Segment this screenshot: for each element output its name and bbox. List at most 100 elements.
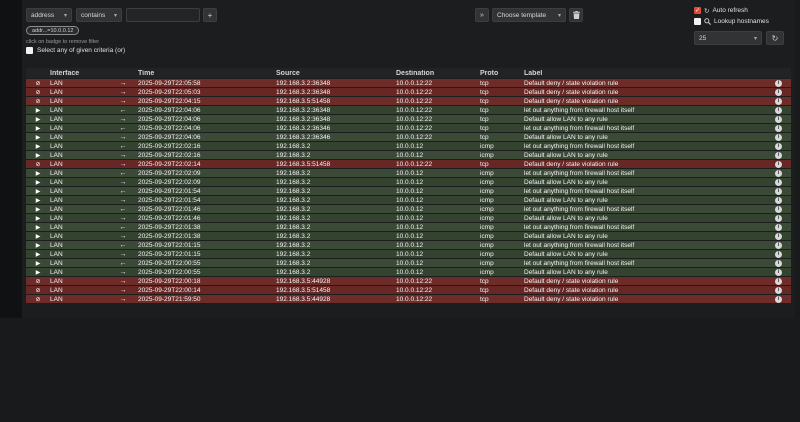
- info-icon[interactable]: i: [775, 106, 782, 114]
- refresh-button[interactable]: ↻: [766, 31, 784, 45]
- source-cell: 192.168.3.2: [276, 214, 311, 222]
- table-row[interactable]: ▶ LAN ← 2025-09-29T22:02:09 192.168.3.2 …: [26, 169, 791, 177]
- table-row[interactable]: ⊘ LAN → 2025-09-29T22:05:58 192.168.3.2:…: [26, 79, 791, 87]
- info-icon[interactable]: i: [775, 241, 782, 249]
- filter-operator-select[interactable]: contains ▾: [76, 8, 122, 22]
- table-row[interactable]: ⊘ LAN → 2025-09-29T22:05:03 192.168.3.2:…: [26, 88, 791, 96]
- filter-field-select[interactable]: address ▾: [26, 8, 72, 22]
- table-row[interactable]: ▶ LAN ← 2025-09-29T22:01:15 192.168.3.2 …: [26, 241, 791, 249]
- info-icon[interactable]: i: [775, 79, 782, 87]
- table-row[interactable]: ⊘ LAN → 2025-09-29T22:00:18 192.168.3.5:…: [26, 277, 791, 285]
- arrow-left-icon: ←: [119, 142, 127, 150]
- active-filter-badge[interactable]: addr...=10.0.0.12: [26, 26, 80, 35]
- apply-template-button[interactable]: »: [475, 8, 489, 22]
- info-icon[interactable]: i: [775, 268, 782, 276]
- table-row[interactable]: ▶ LAN → 2025-09-29T22:04:06 192.168.3.2:…: [26, 115, 791, 123]
- table-row[interactable]: ▶ LAN → 2025-09-29T22:04:06 192.168.3.2:…: [26, 133, 791, 141]
- arrow-right-icon: →: [119, 160, 127, 168]
- table-row[interactable]: ▶ LAN → 2025-09-29T22:01:54 192.168.3.2 …: [26, 196, 791, 204]
- arrow-right-icon: →: [119, 151, 127, 159]
- source-cell: 192.168.3.2: [276, 178, 311, 186]
- table-row[interactable]: ▶ LAN → 2025-09-29T22:01:46 192.168.3.2 …: [26, 214, 791, 222]
- collapsed-sidebar-strip: [0, 0, 22, 318]
- source-cell: 192.168.3.2: [276, 232, 311, 240]
- table-header-row: Interface Time Source Destination Proto …: [26, 68, 791, 78]
- info-icon[interactable]: i: [775, 178, 782, 186]
- filter-operator-value: contains: [81, 11, 106, 19]
- template-select[interactable]: Choose template ▾: [492, 8, 566, 22]
- table-row[interactable]: ▶ LAN → 2025-09-29T22:00:55 192.168.3.2 …: [26, 268, 791, 276]
- arrow-right-icon: →: [119, 286, 127, 294]
- proto-cell: icmp: [480, 169, 494, 177]
- label-cell: let out anything from firewall host itse…: [524, 223, 635, 231]
- info-icon[interactable]: i: [775, 97, 782, 105]
- time-cell: 2025-09-29T22:01:38: [138, 223, 201, 231]
- match-any-checkbox[interactable]: [26, 47, 33, 54]
- pass-icon: ▶: [35, 224, 41, 231]
- chevron-down-icon: ▾: [63, 12, 67, 19]
- lookup-hostnames-checkbox[interactable]: [694, 18, 701, 25]
- delete-template-button[interactable]: [569, 8, 583, 22]
- info-icon[interactable]: i: [775, 160, 782, 168]
- table-row[interactable]: ⊘ LAN → 2025-09-29T22:02:14 192.168.3.5:…: [26, 160, 791, 168]
- proto-cell: icmp: [480, 232, 494, 240]
- time-cell: 2025-09-29T22:02:09: [138, 178, 201, 186]
- arrow-right-icon: →: [119, 115, 127, 123]
- proto-cell: tcp: [480, 277, 489, 285]
- page-size-select[interactable]: 25 ▾: [694, 31, 762, 45]
- table-row[interactable]: ▶ LAN ← 2025-09-29T22:04:06 192.168.3.2:…: [26, 106, 791, 114]
- proto-cell: tcp: [480, 124, 489, 132]
- info-icon[interactable]: i: [775, 133, 782, 141]
- proto-cell: tcp: [480, 115, 489, 123]
- info-icon[interactable]: i: [775, 115, 782, 123]
- info-icon[interactable]: i: [775, 295, 782, 303]
- table-row[interactable]: ▶ LAN → 2025-09-29T22:02:09 192.168.3.2 …: [26, 178, 791, 186]
- table-row[interactable]: ▶ LAN ← 2025-09-29T22:00:55 192.168.3.2 …: [26, 259, 791, 267]
- filter-value-input[interactable]: [126, 8, 200, 22]
- block-icon: ⊘: [35, 161, 41, 168]
- table-row[interactable]: ▶ LAN ← 2025-09-29T22:01:46 192.168.3.2 …: [26, 205, 791, 213]
- info-icon[interactable]: i: [775, 259, 782, 267]
- info-icon[interactable]: i: [775, 151, 782, 159]
- arrow-left-icon: ←: [119, 187, 127, 195]
- interface-cell: LAN: [50, 178, 63, 186]
- interface-cell: LAN: [50, 286, 63, 294]
- table-row[interactable]: ▶ LAN ← 2025-09-29T22:01:38 192.168.3.2 …: [26, 223, 791, 231]
- info-icon[interactable]: i: [775, 277, 782, 285]
- time-cell: 2025-09-29T22:04:15: [138, 97, 201, 105]
- table-row[interactable]: ▶ LAN → 2025-09-29T22:01:15 192.168.3.2 …: [26, 250, 791, 258]
- chevron-down-icon: ▾: [753, 35, 757, 42]
- table-row[interactable]: ⊘ LAN → 2025-09-29T22:00:14 192.168.3.5:…: [26, 286, 791, 294]
- info-icon[interactable]: i: [775, 214, 782, 222]
- info-icon[interactable]: i: [775, 223, 782, 231]
- info-icon[interactable]: i: [775, 205, 782, 213]
- info-icon[interactable]: i: [775, 169, 782, 177]
- info-icon[interactable]: i: [775, 187, 782, 195]
- info-icon[interactable]: i: [775, 124, 782, 132]
- source-cell: 192.168.3.2:36348: [276, 88, 331, 96]
- destination-cell: 10.0.0.12:22: [396, 295, 433, 303]
- pass-icon: ▶: [35, 152, 41, 159]
- table-row[interactable]: ▶ LAN ← 2025-09-29T22:04:06 192.168.3.2:…: [26, 124, 791, 132]
- table-row[interactable]: ⊘ LAN → 2025-09-29T22:04:15 192.168.3.5:…: [26, 97, 791, 105]
- arrow-right-icon: →: [119, 133, 127, 141]
- auto-refresh-checkbox[interactable]: ✓: [694, 7, 701, 14]
- block-icon: ⊘: [35, 98, 41, 105]
- table-row[interactable]: ▶ LAN ← 2025-09-29T22:02:16 192.168.3.2 …: [26, 142, 791, 150]
- arrow-right-icon: →: [119, 178, 127, 186]
- label-cell: Default deny / state violation rule: [524, 277, 619, 285]
- add-filter-button[interactable]: +: [203, 8, 217, 22]
- info-icon[interactable]: i: [775, 142, 782, 150]
- info-icon[interactable]: i: [775, 250, 782, 258]
- table-row[interactable]: ▶ LAN → 2025-09-29T22:01:38 192.168.3.2 …: [26, 232, 791, 240]
- info-icon[interactable]: i: [775, 196, 782, 204]
- table-row[interactable]: ▶ LAN → 2025-09-29T22:02:16 192.168.3.2 …: [26, 151, 791, 159]
- info-icon[interactable]: i: [775, 88, 782, 96]
- arrow-left-icon: ←: [119, 169, 127, 177]
- info-icon[interactable]: i: [775, 232, 782, 240]
- table-row[interactable]: ⊘ LAN → 2025-09-29T21:59:50 192.168.3.5:…: [26, 295, 791, 303]
- info-icon[interactable]: i: [775, 286, 782, 294]
- page-size-value: 25: [699, 34, 707, 42]
- table-row[interactable]: ▶ LAN ← 2025-09-29T22:01:54 192.168.3.2 …: [26, 187, 791, 195]
- interface-cell: LAN: [50, 124, 63, 132]
